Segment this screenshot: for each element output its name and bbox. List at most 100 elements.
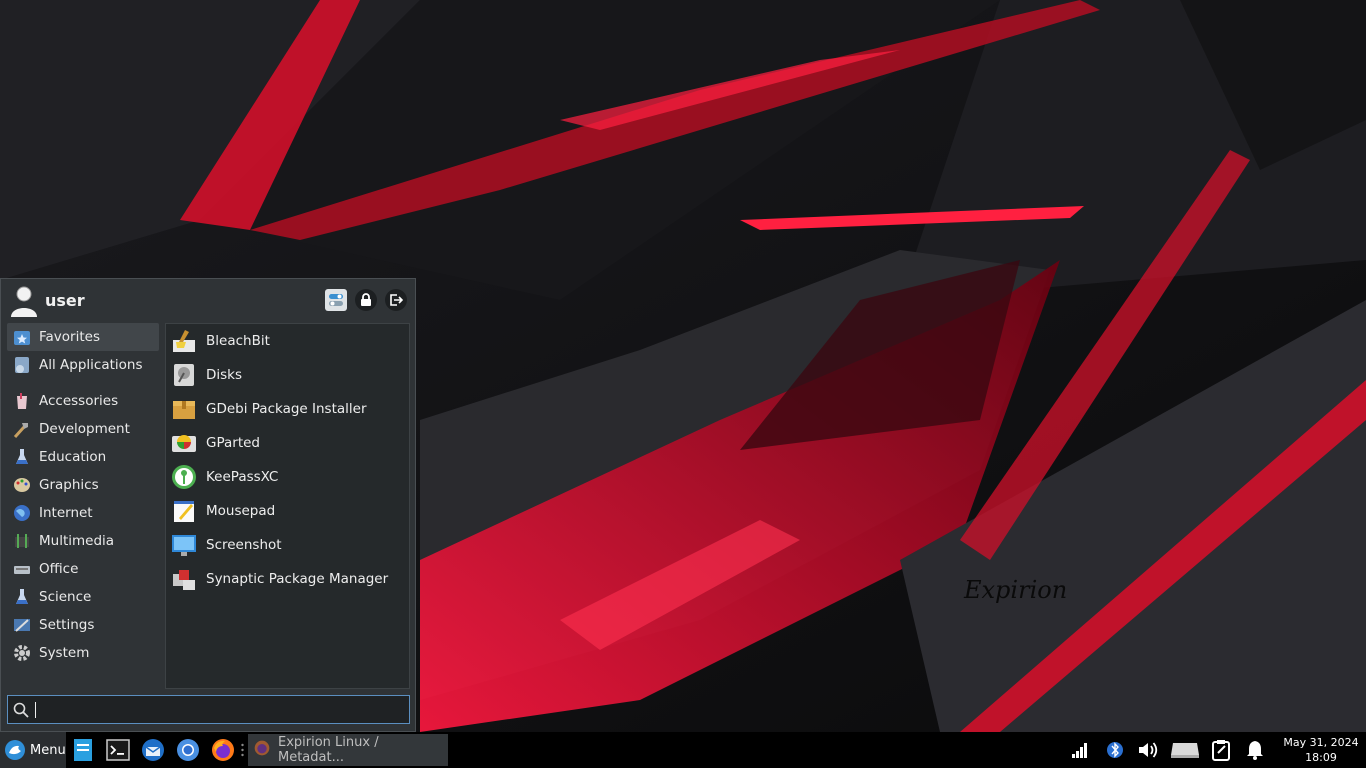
drive-indicator[interactable]: [1170, 739, 1200, 761]
launcher-file-manager[interactable]: [71, 738, 95, 762]
category-label: Education: [39, 449, 107, 465]
thunderbird-icon: [142, 739, 164, 761]
app-gparted[interactable]: GParted: [166, 426, 409, 460]
gparted-icon: [170, 429, 198, 457]
clipboard-indicator[interactable]: [1210, 739, 1232, 761]
category-favorites[interactable]: Favorites: [7, 323, 159, 351]
disks-icon: [170, 361, 198, 389]
taskbar-window-button[interactable]: Expirion Linux / Metadat...: [248, 734, 448, 766]
firefox-icon: [212, 739, 234, 761]
clipboard-icon: [1212, 740, 1230, 761]
category-label: Internet: [39, 505, 93, 521]
bluetooth-icon: [1107, 742, 1123, 758]
app-bleachbit[interactable]: BleachBit: [166, 324, 409, 358]
app-mousepad[interactable]: Mousepad: [166, 494, 409, 528]
keepassxc-icon: [170, 463, 198, 491]
science-icon: [11, 586, 33, 608]
search-icon: [13, 702, 29, 722]
window-title: Expirion Linux / Metadat...: [278, 735, 379, 765]
launcher-firefox[interactable]: [211, 738, 235, 762]
category-system[interactable]: System: [7, 639, 159, 667]
file-manager-icon: [74, 739, 92, 761]
development-icon: [11, 418, 33, 440]
user-avatar-icon: [9, 285, 39, 317]
whisker-menu-icon: [4, 739, 26, 761]
settings-icon: [329, 294, 343, 306]
network-indicator[interactable]: [1069, 739, 1091, 761]
app-label: Disks: [206, 367, 243, 383]
category-development[interactable]: Development: [7, 415, 159, 443]
launcher-terminal[interactable]: [106, 738, 130, 762]
category-label: System: [39, 645, 90, 661]
internet-icon: [11, 502, 33, 524]
multimedia-icon: [11, 530, 33, 552]
menu-header: user: [1, 279, 415, 321]
menu-button-label: Menu: [30, 742, 66, 758]
user-name: user: [45, 291, 85, 310]
accessories-icon: [11, 390, 33, 412]
category-settings[interactable]: Settings: [7, 611, 159, 639]
panel-separator-handle: [241, 742, 244, 758]
app-label: GDebi Package Installer: [206, 401, 367, 417]
clock-date: May 31, 2024: [1283, 736, 1359, 749]
volume-icon: [1139, 742, 1158, 758]
category-accessories[interactable]: Accessories: [7, 387, 159, 415]
application-list: BleachBit Disks GDebi Package Installer …: [165, 323, 410, 689]
notifications-indicator[interactable]: [1244, 739, 1266, 761]
office-icon: [11, 558, 33, 580]
category-all-applications[interactable]: All Applications: [7, 351, 159, 379]
drive-icon: [1171, 743, 1199, 758]
launcher-thunderbird[interactable]: [141, 738, 165, 762]
category-internet[interactable]: Internet: [7, 499, 159, 527]
notification-bell-icon: [1247, 741, 1263, 760]
menu-button[interactable]: Menu: [0, 732, 66, 768]
app-label: Mousepad: [206, 503, 276, 519]
category-label: Favorites: [39, 329, 100, 345]
taskbar: Menu Expirion Linux / Metadat... May 31,…: [0, 732, 1366, 768]
favorites-icon: [11, 326, 33, 348]
category-label: Graphics: [39, 477, 99, 493]
settings-button[interactable]: [325, 289, 347, 311]
clock[interactable]: May 31, 2024 18:09: [1278, 735, 1364, 765]
graphics-icon: [11, 474, 33, 496]
app-label: GParted: [206, 435, 260, 451]
category-office[interactable]: Office: [7, 555, 159, 583]
category-label: Development: [39, 421, 130, 437]
category-multimedia[interactable]: Multimedia: [7, 527, 159, 555]
category-education[interactable]: Education: [7, 443, 159, 471]
logout-button[interactable]: [385, 289, 407, 311]
category-science[interactable]: Science: [7, 583, 159, 611]
app-label: BleachBit: [206, 333, 270, 349]
system-icon: [11, 642, 33, 664]
category-label: All Applications: [39, 357, 143, 373]
category-label: Accessories: [39, 393, 119, 409]
category-label: Settings: [39, 617, 95, 633]
firefox-icon: [254, 740, 270, 760]
education-icon: [11, 446, 33, 468]
search-input[interactable]: [34, 699, 408, 721]
lock-icon: [361, 293, 371, 306]
app-disks[interactable]: Disks: [166, 358, 409, 392]
bleachbit-icon: [170, 327, 198, 355]
category-label: Office: [39, 561, 79, 577]
app-gdebi[interactable]: GDebi Package Installer: [166, 392, 409, 426]
app-label: KeePassXC: [206, 469, 279, 485]
wallpaper-watermark: Expirion: [964, 576, 1068, 604]
category-graphics[interactable]: Graphics: [7, 471, 159, 499]
app-screenshot[interactable]: Screenshot: [166, 528, 409, 562]
launcher-chromium[interactable]: [176, 738, 200, 762]
app-keepassxc[interactable]: KeePassXC: [166, 460, 409, 494]
package-icon: [170, 395, 198, 423]
category-list: Favorites All Applications Accessories D…: [7, 323, 159, 667]
chromium-icon: [177, 739, 199, 761]
lock-screen-button[interactable]: [355, 289, 377, 311]
volume-indicator[interactable]: [1137, 739, 1159, 761]
terminal-icon: [106, 739, 130, 761]
network-icon: [1072, 743, 1087, 758]
bluetooth-indicator[interactable]: [1104, 739, 1126, 761]
search-box[interactable]: [7, 695, 410, 724]
app-synaptic[interactable]: Synaptic Package Manager: [166, 562, 409, 596]
application-menu: user Favorites All Applications Accessor…: [0, 278, 416, 732]
app-label: Screenshot: [206, 537, 282, 553]
category-label: Multimedia: [39, 533, 115, 549]
